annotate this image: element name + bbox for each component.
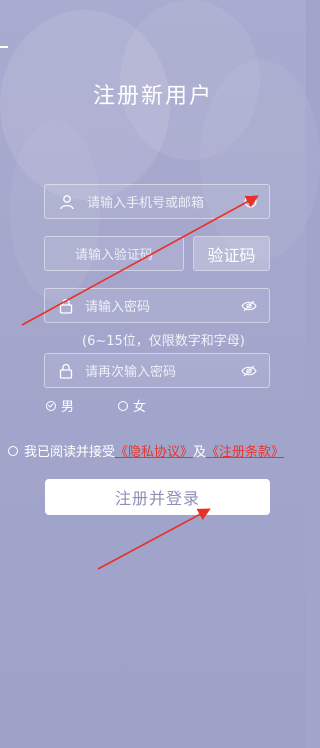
radio-icon [118,400,128,411]
confirm-password-input[interactable]: 请再次输入密码 [44,353,270,388]
gender-female-option[interactable]: 女 [118,396,146,415]
password-input[interactable]: 请输入密码 [44,288,270,323]
back-indicator[interactable] [0,46,8,48]
agreement-radio-icon[interactable] [8,445,18,456]
register-login-button[interactable]: 注册并登录 [45,479,270,515]
account-input[interactable]: 请输入手机号或邮箱 [44,184,270,219]
eye-off-icon[interactable] [241,300,257,312]
gender-male-option[interactable]: 男 [46,396,74,415]
terms-link[interactable]: 《注册条款》 [206,441,284,460]
gender-male-label: 男 [61,400,75,415]
verification-code-input[interactable]: 请输入验证码 [44,236,184,271]
eye-off-icon[interactable] [241,365,257,377]
gender-female-label: 女 [133,400,147,415]
radio-checked-icon [46,400,56,411]
password-placeholder: 请输入密码 [85,300,151,315]
code-placeholder: 请输入验证码 [74,248,153,263]
agreement-row: 我已阅读并接受 《隐私协议》 及 《注册条款》 [8,441,284,460]
privacy-policy-link[interactable]: 《隐私协议》 [115,441,193,460]
password-hint: (6~15位，仅限数字和字母) [82,334,245,349]
lock-icon [59,298,73,314]
clear-icon[interactable] [244,195,257,208]
agreement-prefix: 我已阅读并接受 [24,445,116,460]
confirm-password-placeholder: 请再次输入密码 [85,365,177,380]
agreement-connector: 及 [193,445,207,460]
get-code-button[interactable]: 验证码 [193,236,270,271]
lock-icon [59,363,73,379]
page-title: 注册新用户 [92,84,213,109]
account-placeholder: 请输入手机号或邮箱 [87,196,205,211]
user-icon [59,194,75,210]
